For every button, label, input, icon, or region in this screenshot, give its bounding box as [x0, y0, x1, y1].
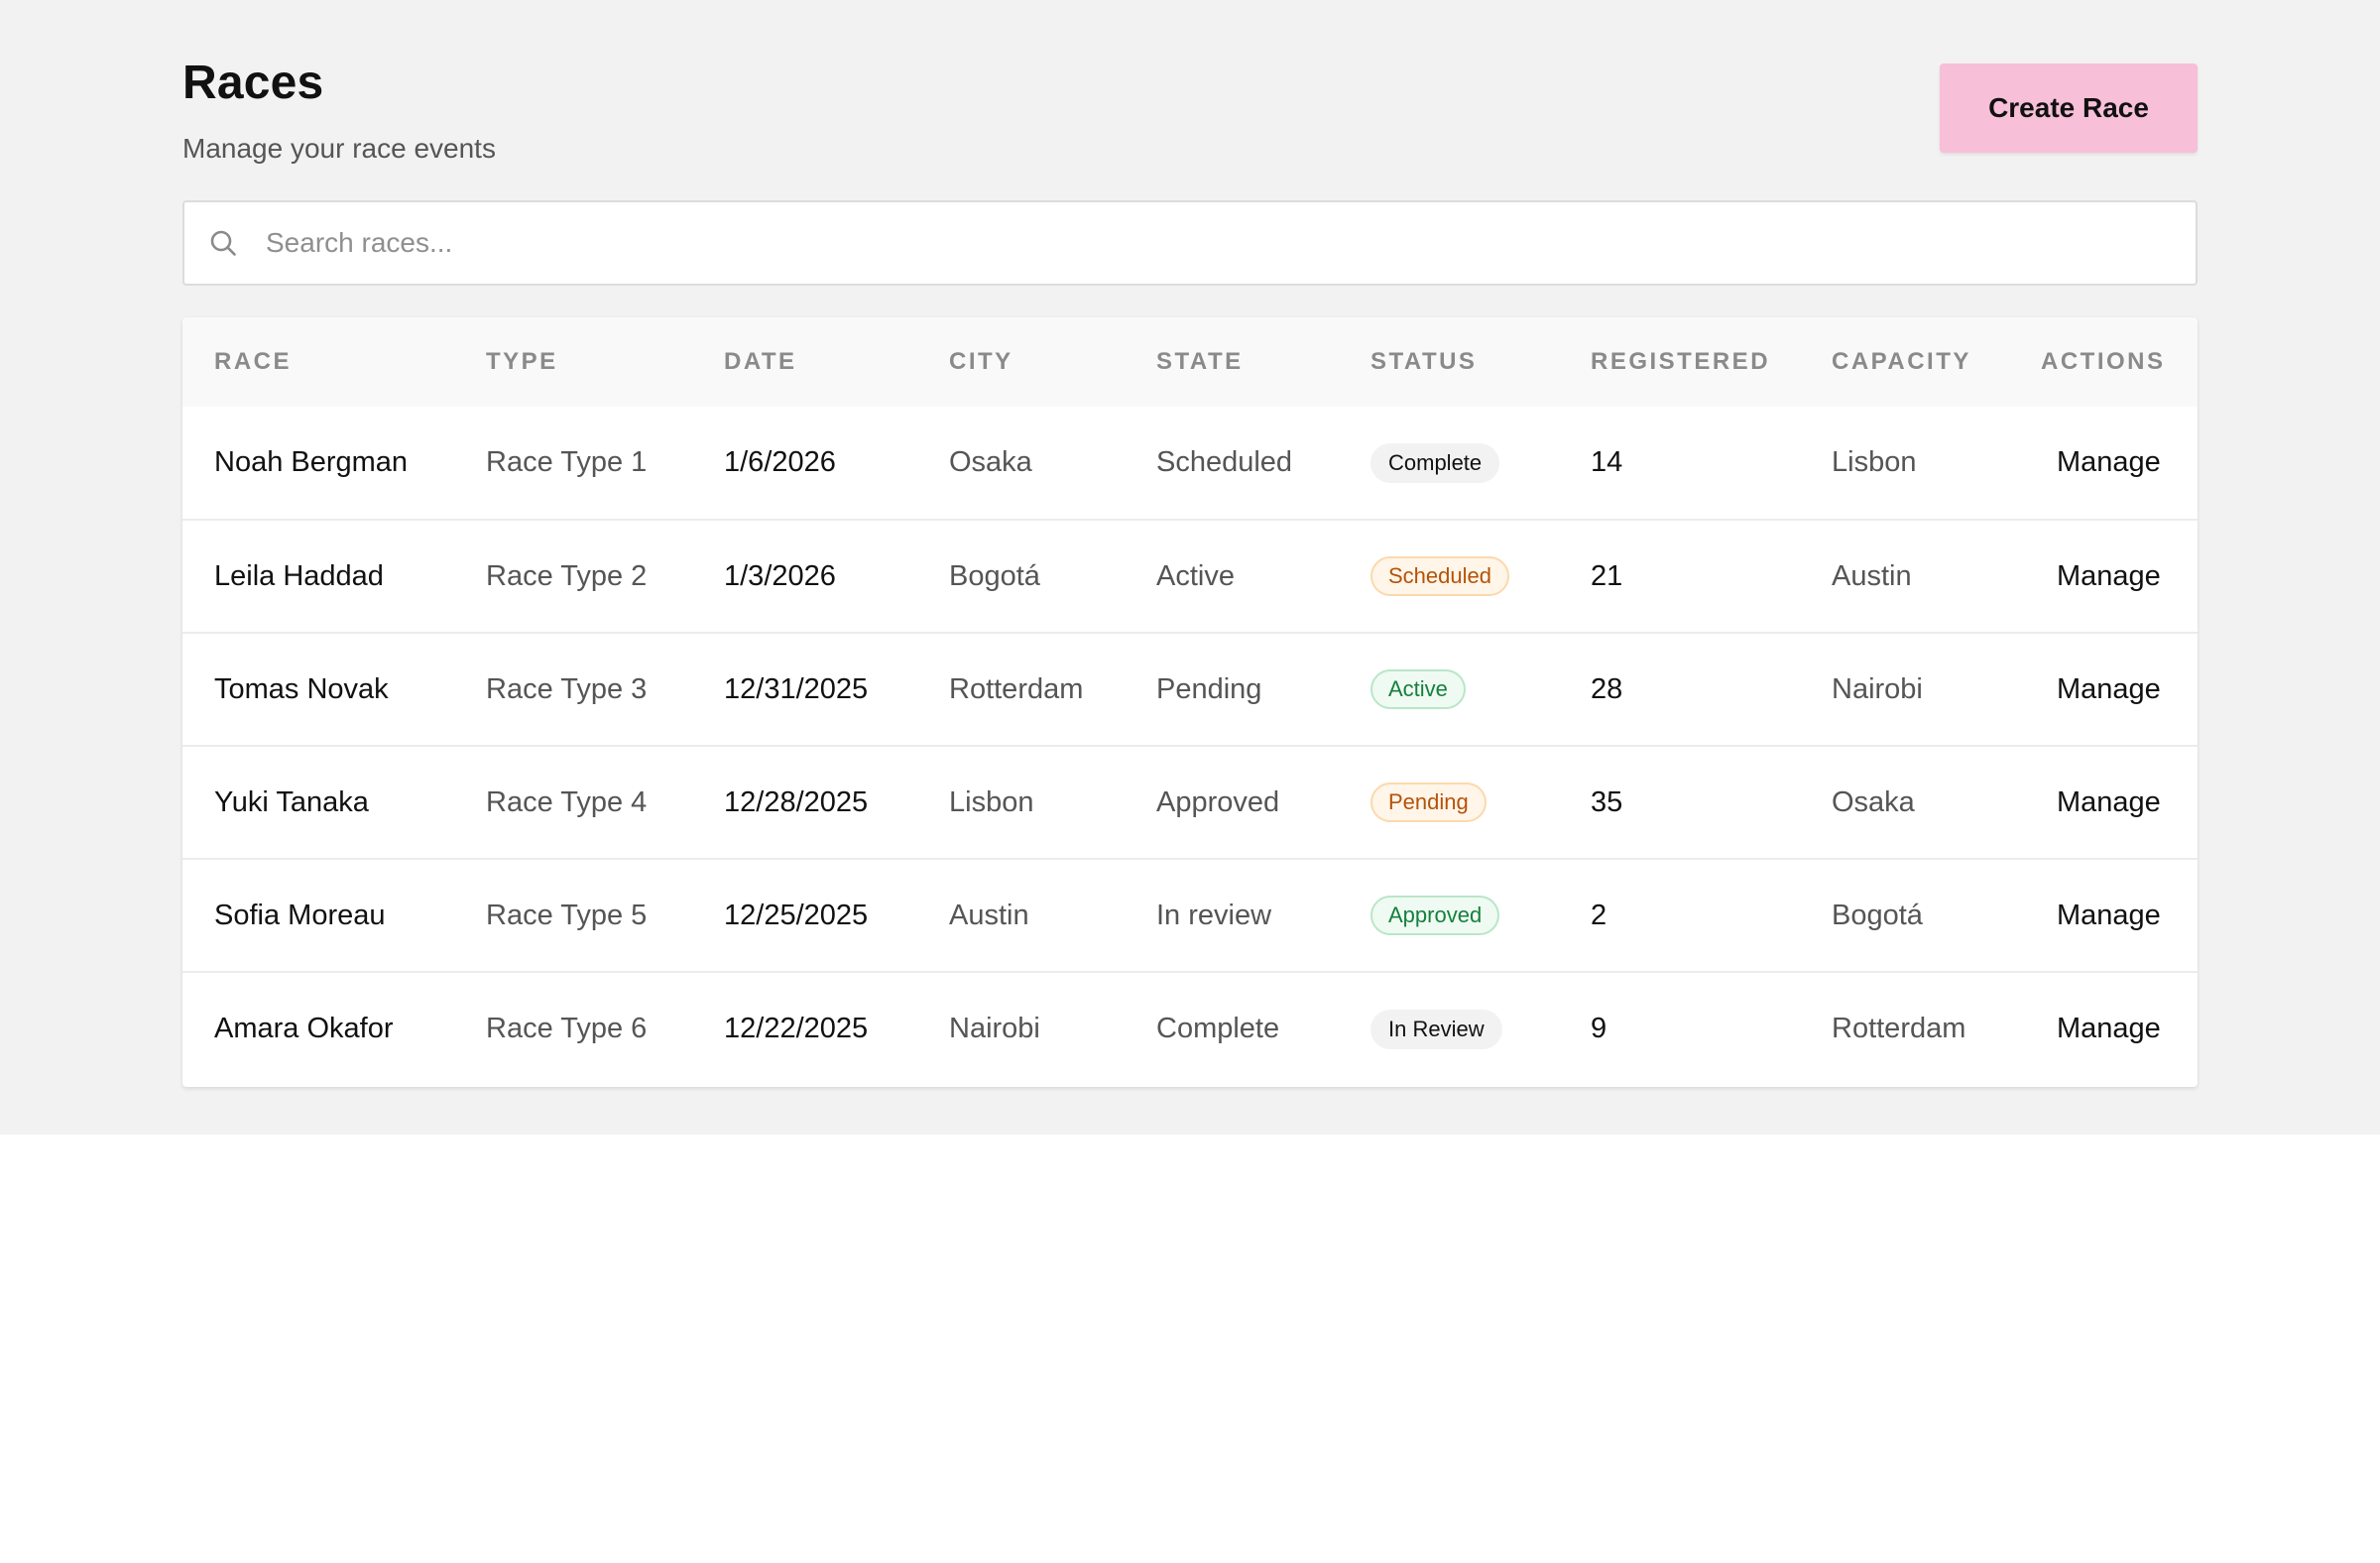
search-input[interactable] — [266, 213, 2150, 273]
cell-status: Scheduled — [1339, 520, 1559, 633]
search-box[interactable] — [182, 200, 2198, 286]
table-row[interactable]: Sofia Moreau Race Type 5 12/25/2025 Aust… — [182, 859, 2198, 972]
column-header-capacity[interactable]: CAPACITY — [1800, 317, 2009, 407]
page-header: Races Manage your race events Create Rac… — [182, 0, 2198, 200]
cell-city: Bogotá — [949, 559, 1040, 592]
column-header-type[interactable]: TYPE — [454, 317, 692, 407]
cell-status: In Review — [1339, 972, 1559, 1085]
status-badge: Active — [1370, 669, 1466, 709]
cell-registered: 2 — [1591, 899, 1607, 931]
cell-date: 12/25/2025 — [724, 899, 869, 931]
cell-capacity: Osaka — [1832, 785, 1915, 818]
cell-registered: 21 — [1591, 559, 1623, 592]
cell-state: Complete — [1156, 1013, 1280, 1044]
status-badge: Pending — [1370, 782, 1487, 822]
cell-date: 12/22/2025 — [724, 1013, 869, 1044]
column-header-status[interactable]: STATUS — [1339, 317, 1559, 407]
manage-button[interactable]: Manage — [2041, 446, 2161, 479]
cell-status: Pending — [1339, 746, 1559, 859]
table-row[interactable]: Amara Okafor Race Type 6 12/22/2025 Nair… — [182, 972, 2198, 1085]
races-table: RACE TYPE DATE CITY STATE STATUS REGISTE… — [182, 317, 2198, 1085]
status-badge: Complete — [1370, 442, 1500, 483]
page-subtitle: Manage your race events — [182, 133, 496, 164]
status-badge: In Review — [1370, 1009, 1502, 1049]
cell-registered: 14 — [1591, 446, 1623, 478]
cell-type: Race Type 4 — [486, 785, 648, 818]
cell-type: Race Type 6 — [486, 1013, 648, 1044]
create-race-button[interactable]: Create Race — [1940, 63, 2198, 153]
manage-button[interactable]: Manage — [2041, 673, 2161, 706]
cell-actions: Manage — [2009, 520, 2198, 633]
cell-date: 12/28/2025 — [724, 785, 869, 818]
cell-state: Scheduled — [1156, 446, 1293, 478]
cell-date: 1/6/2026 — [724, 446, 836, 478]
cell-race: Sofia Moreau — [214, 899, 386, 931]
cell-race: Amara Okafor — [214, 1013, 394, 1044]
cell-state: In review — [1156, 899, 1272, 931]
status-badge: Scheduled — [1370, 556, 1509, 596]
cell-city: Lisbon — [949, 785, 1034, 818]
cell-capacity: Lisbon — [1832, 446, 1917, 478]
manage-button[interactable]: Manage — [2041, 1013, 2161, 1045]
cell-race: Noah Bergman — [214, 446, 409, 478]
cell-capacity: Nairobi — [1832, 672, 1923, 705]
main-container: Races Manage your race events Create Rac… — [182, 0, 2198, 1087]
cell-type: Race Type 1 — [486, 446, 648, 478]
cell-type: Race Type 3 — [486, 672, 648, 705]
cell-date: 12/31/2025 — [724, 672, 869, 705]
column-header-registered[interactable]: REGISTERED — [1559, 317, 1800, 407]
cell-city: Osaka — [949, 446, 1032, 478]
cell-capacity: Rotterdam — [1832, 1013, 1966, 1044]
cell-actions: Manage — [2009, 859, 2198, 972]
cell-type: Race Type 2 — [486, 559, 648, 592]
cell-status: Active — [1339, 633, 1559, 746]
column-header-city[interactable]: CITY — [917, 317, 1125, 407]
cell-race: Leila Haddad — [214, 559, 384, 592]
table-header-row: RACE TYPE DATE CITY STATE STATUS REGISTE… — [182, 317, 2198, 407]
cell-race: Tomas Novak — [214, 672, 389, 705]
cell-state: Pending — [1156, 672, 1262, 705]
cell-capacity: Bogotá — [1832, 899, 1923, 931]
table-row[interactable]: Tomas Novak Race Type 3 12/31/2025 Rotte… — [182, 633, 2198, 746]
cell-status: Approved — [1339, 859, 1559, 972]
cell-city: Austin — [949, 899, 1029, 931]
cell-city: Rotterdam — [949, 672, 1084, 705]
manage-button[interactable]: Manage — [2041, 900, 2161, 932]
cell-actions: Manage — [2009, 972, 2198, 1085]
cell-registered: 35 — [1591, 785, 1623, 818]
table-row[interactable]: Yuki Tanaka Race Type 4 12/28/2025 Lisbo… — [182, 746, 2198, 859]
cell-actions: Manage — [2009, 746, 2198, 859]
races-table-card: RACE TYPE DATE CITY STATE STATUS REGISTE… — [182, 317, 2198, 1087]
status-badge: Approved — [1370, 896, 1500, 935]
column-header-actions: ACTIONS — [2041, 348, 2166, 375]
cell-actions: Manage — [2009, 407, 2198, 520]
cell-city: Nairobi — [949, 1013, 1040, 1044]
manage-button[interactable]: Manage — [2041, 786, 2161, 819]
column-header-race[interactable]: RACE — [182, 317, 454, 407]
column-header-date[interactable]: DATE — [692, 317, 917, 407]
cell-race: Yuki Tanaka — [214, 785, 369, 818]
manage-button[interactable]: Manage — [2041, 560, 2161, 593]
cell-state: Active — [1156, 559, 1235, 592]
page-title: Races — [182, 57, 324, 109]
cell-status: Complete — [1339, 407, 1559, 520]
cell-actions: Manage — [2009, 633, 2198, 746]
search-icon — [208, 228, 238, 258]
cell-capacity: Austin — [1832, 559, 1912, 592]
cell-registered: 9 — [1591, 1013, 1607, 1044]
cell-date: 1/3/2026 — [724, 559, 836, 592]
column-header-state[interactable]: STATE — [1125, 317, 1339, 407]
cell-registered: 28 — [1591, 672, 1623, 705]
cell-type: Race Type 5 — [486, 899, 648, 931]
table-row[interactable]: Leila Haddad Race Type 2 1/3/2026 Bogotá… — [182, 520, 2198, 633]
table-row[interactable]: Noah Bergman Race Type 1 1/6/2026 Osaka … — [182, 407, 2198, 520]
cell-state: Approved — [1156, 785, 1280, 818]
